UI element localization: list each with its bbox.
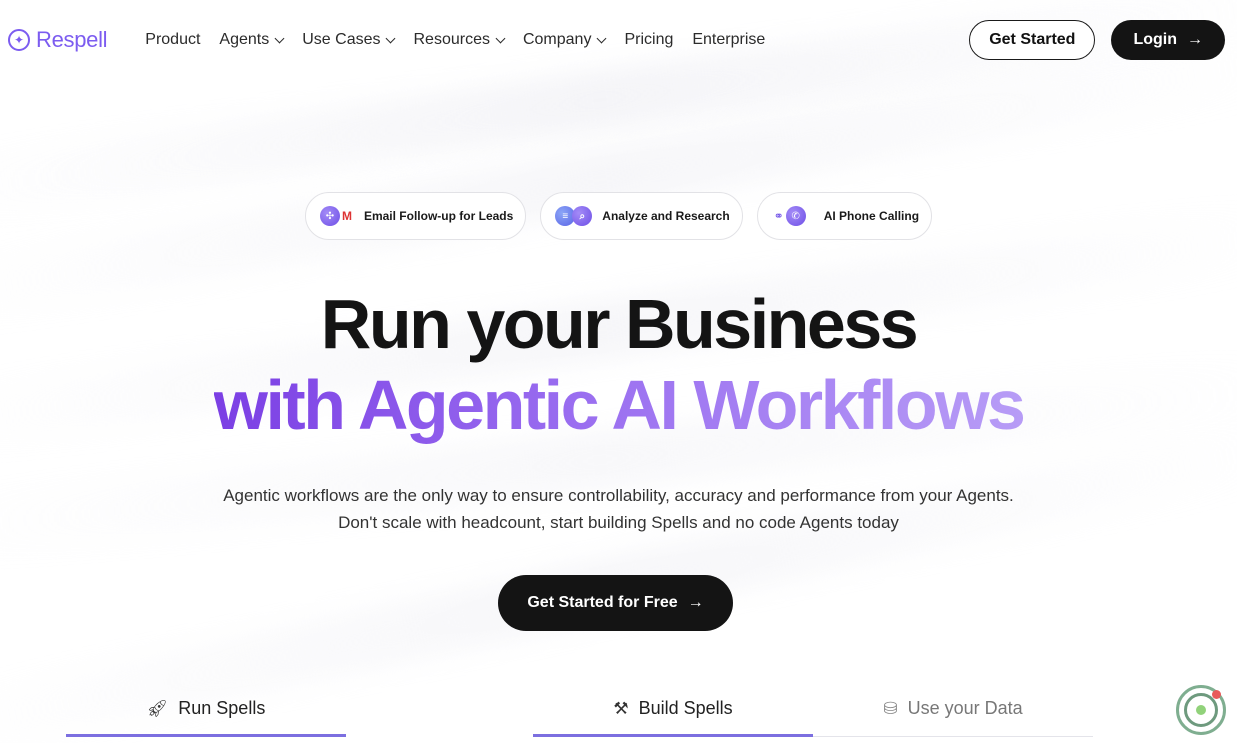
chip-icons: ✣ M bbox=[319, 206, 354, 226]
use-case-chips: ✣ M Email Follow-up for Leads ≡ ⌕ Analyz… bbox=[0, 192, 1237, 240]
login-button[interactable]: Login → bbox=[1111, 20, 1225, 60]
get-started-button[interactable]: Get Started bbox=[969, 20, 1096, 60]
tab-label: Run Spells bbox=[178, 698, 266, 718]
chip-label: Email Follow-up for Leads bbox=[363, 209, 514, 223]
brand-logo[interactable]: ✦ Respell bbox=[8, 27, 108, 53]
nav-item-label: Product bbox=[145, 31, 201, 48]
tab-underline bbox=[533, 734, 813, 737]
chat-widget-icon[interactable] bbox=[1176, 685, 1226, 735]
database-icon: ⛁ bbox=[883, 698, 898, 718]
nav-item-label: Enterprise bbox=[692, 31, 766, 48]
tab-underline bbox=[66, 734, 346, 737]
tab-underline bbox=[813, 736, 1093, 737]
chip-icons: ⚭ ✆ bbox=[772, 206, 806, 226]
nav-item-label: Resources bbox=[413, 31, 490, 48]
tab-label: Use your Data bbox=[907, 698, 1023, 718]
link-icon: ⚭ bbox=[773, 209, 784, 223]
notification-dot bbox=[1212, 690, 1221, 699]
search-icon: ⌕ bbox=[572, 206, 593, 226]
cta-label: Get Started for Free bbox=[527, 594, 678, 611]
phone-icon: ✆ bbox=[785, 206, 806, 226]
nav-item-enterprise[interactable]: Enterprise bbox=[692, 31, 765, 49]
chevron-down-icon bbox=[495, 33, 506, 43]
nav-actions: Get Started Login → bbox=[969, 20, 1225, 60]
chip-icons: ≡ ⌕ bbox=[555, 206, 593, 226]
nav-item-company[interactable]: Company bbox=[522, 31, 607, 49]
hero-title-line1: Run your Business bbox=[320, 285, 919, 363]
chip-email-follow-up[interactable]: ✣ M Email Follow-up for Leads bbox=[304, 192, 527, 240]
gmail-icon: M bbox=[341, 209, 352, 223]
hammer-icon: ⚒ bbox=[613, 698, 629, 718]
tab-use-your-data[interactable]: ⛁ Use your Data bbox=[813, 680, 1093, 737]
arrow-right-icon: → bbox=[687, 594, 704, 611]
brand-name: Respell bbox=[36, 27, 108, 52]
tab-build-spells[interactable]: ⚒ Build Spells bbox=[533, 680, 813, 737]
chevron-down-icon bbox=[386, 33, 396, 43]
chevron-down-icon bbox=[274, 33, 285, 43]
top-navbar: ✦ Respell Product Agents Use Cases Resou… bbox=[0, 0, 1237, 80]
rocket-icon: 🚀︎ bbox=[146, 698, 169, 718]
hero-subtitle: Agentic workflows are the only way to en… bbox=[0, 482, 1237, 536]
feature-tabs: 🚀︎ Run Spells ⚒ Build Spells ⛁ Use your … bbox=[0, 680, 1237, 743]
subtitle-line1: Agentic workflows are the only way to en… bbox=[223, 486, 1014, 505]
main-menu: Product Agents Use Cases Resources Compa… bbox=[145, 31, 765, 49]
get-started-free-button[interactable]: Get Started for Free → bbox=[498, 575, 733, 631]
nav-item-label: Use Cases bbox=[302, 31, 381, 48]
nav-item-product[interactable]: Product bbox=[145, 31, 200, 49]
subtitle-line2: Don't scale with headcount, start buildi… bbox=[338, 513, 899, 532]
chip-analyze-research[interactable]: ≡ ⌕ Analyze and Research bbox=[540, 192, 743, 240]
nav-item-pricing[interactable]: Pricing bbox=[624, 31, 673, 49]
login-label: Login bbox=[1133, 31, 1177, 48]
nav-item-use-cases[interactable]: Use Cases bbox=[302, 31, 396, 49]
nav-item-resources[interactable]: Resources bbox=[413, 31, 506, 49]
hero-title-line2: with Agentic AI Workflows bbox=[0, 364, 1237, 446]
nav-item-label: Company bbox=[522, 31, 592, 48]
nav-item-label: Agents bbox=[219, 31, 270, 48]
tab-label: Build Spells bbox=[638, 698, 733, 718]
gradient-headline: with Agentic AI Workflows bbox=[213, 366, 1026, 444]
nav-item-label: Pricing bbox=[624, 31, 674, 48]
arrow-right-icon: → bbox=[1187, 31, 1203, 48]
chip-ai-phone-calling[interactable]: ⚭ ✆ AI Phone Calling bbox=[756, 192, 933, 240]
sparkle-icon: ✦ bbox=[8, 29, 30, 51]
nav-item-agents[interactable]: Agents bbox=[219, 31, 285, 49]
agent-icon: ✣ bbox=[319, 206, 340, 226]
chip-label: Analyze and Research bbox=[602, 209, 730, 223]
chevron-down-icon bbox=[597, 33, 607, 43]
chip-label: AI Phone Calling bbox=[823, 209, 920, 223]
tab-run-spells[interactable]: 🚀︎ Run Spells bbox=[66, 680, 346, 737]
